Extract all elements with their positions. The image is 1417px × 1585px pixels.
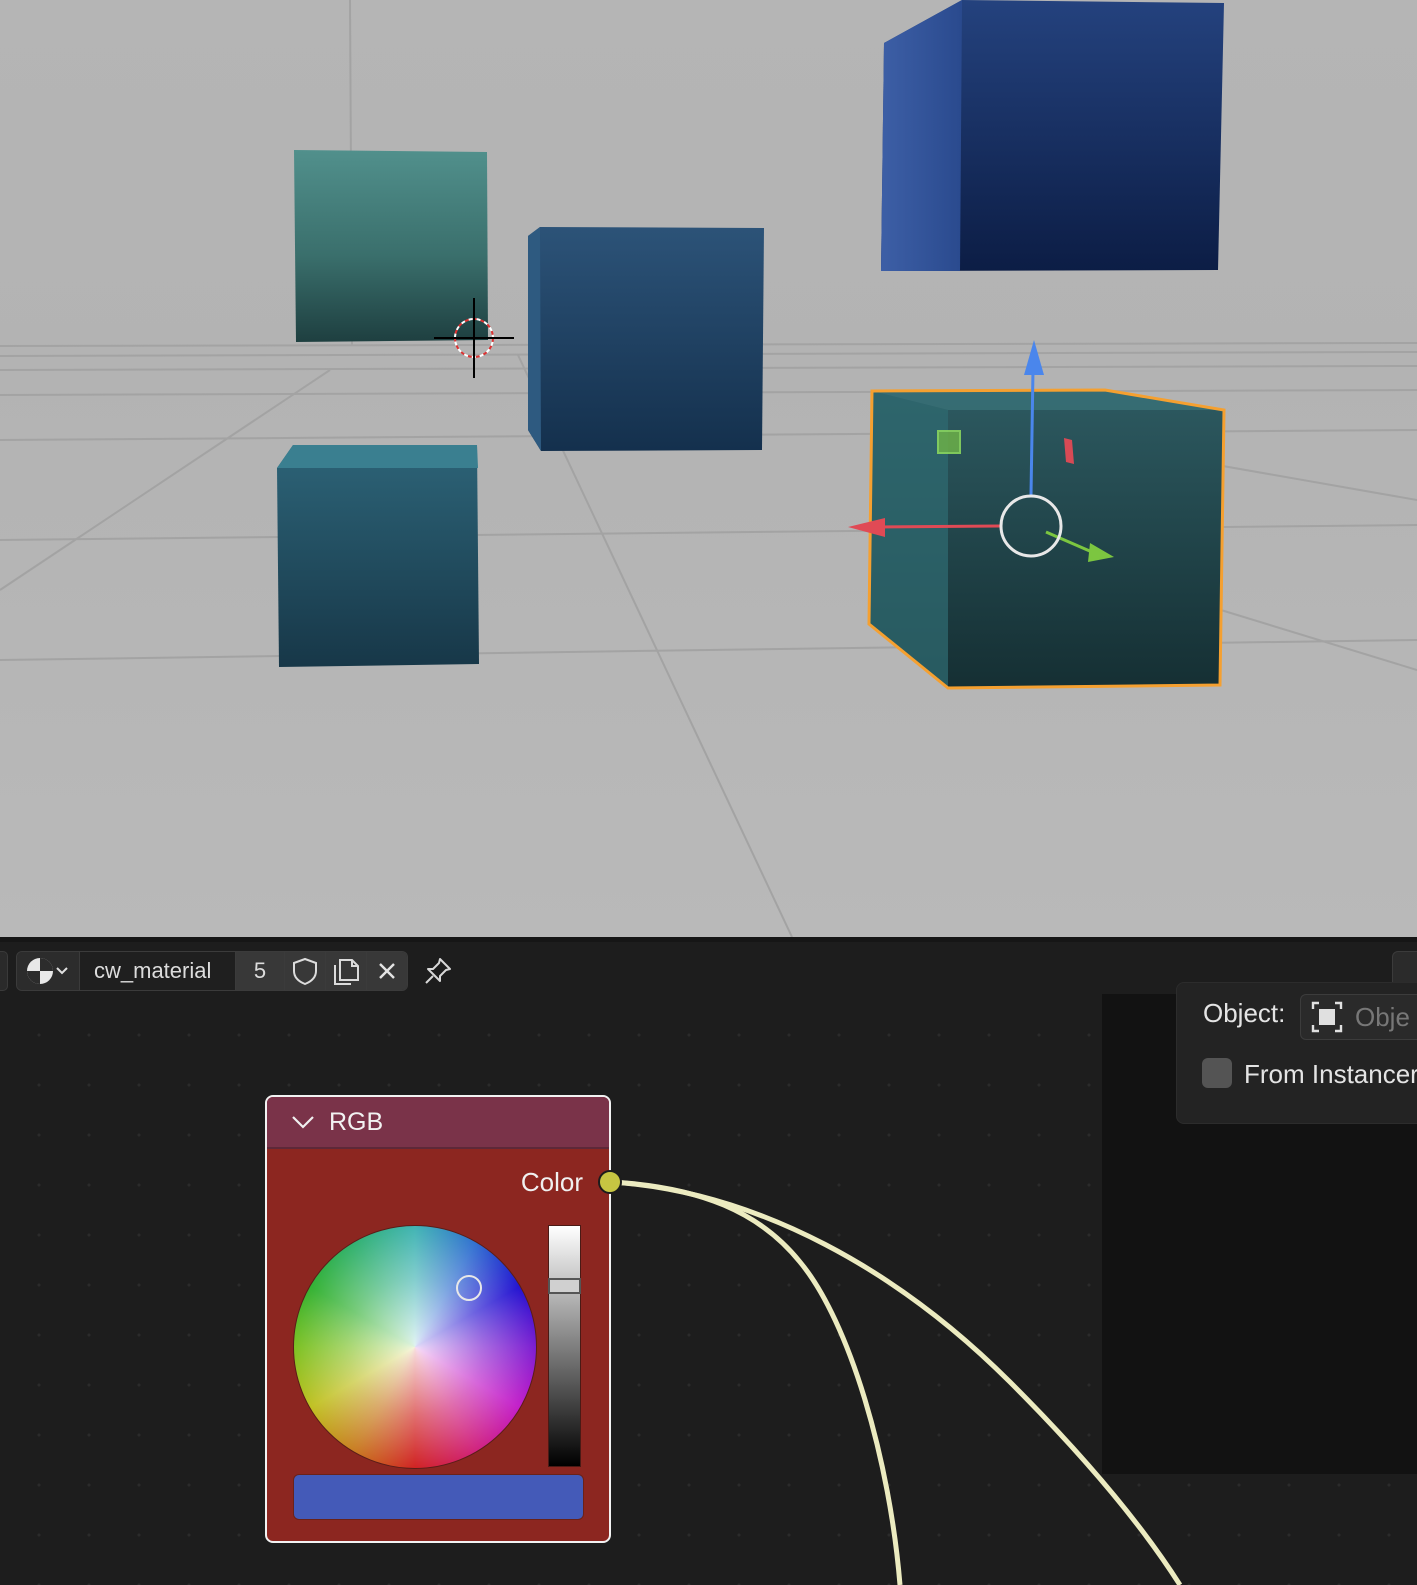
cube-blue-large[interactable] [881, 0, 1224, 271]
blender-window: cw_material 5 Object: Obje From Instance… [0, 0, 1417, 1585]
cube-blue-middle[interactable] [528, 227, 764, 451]
value-slider[interactable] [548, 1225, 581, 1467]
chevron-down-icon[interactable] [289, 1110, 319, 1134]
color-wheel[interactable] [293, 1225, 537, 1469]
cube-teal-back[interactable] [294, 150, 488, 342]
z-axis-arrow [1024, 340, 1044, 375]
3d-viewport[interactable] [0, 0, 1417, 937]
cube-selected[interactable] [867, 388, 1226, 690]
rgb-node-header[interactable]: RGB [267, 1097, 609, 1149]
shader-node-editor[interactable]: cw_material 5 Object: Obje From Instance… [0, 942, 1417, 1585]
color-output-label: Color [520, 1167, 583, 1197]
color-wheel-cursor[interactable] [456, 1275, 482, 1301]
rgb-node[interactable]: RGB Color [265, 1095, 611, 1543]
yz-plane-handle [937, 430, 961, 454]
color-output-socket[interactable] [598, 1170, 622, 1194]
color-swatch[interactable] [293, 1474, 584, 1520]
cube-teal-front[interactable] [277, 445, 479, 667]
link-color-1 [611, 1179, 903, 1585]
value-slider-handle[interactable] [548, 1278, 581, 1294]
link-color-2 [611, 1179, 1183, 1585]
viewport-scene [0, 0, 1417, 937]
x-axis-arrow [848, 518, 885, 537]
node-links [611, 1179, 1183, 1585]
rgb-node-title: RGB [329, 1107, 384, 1136]
